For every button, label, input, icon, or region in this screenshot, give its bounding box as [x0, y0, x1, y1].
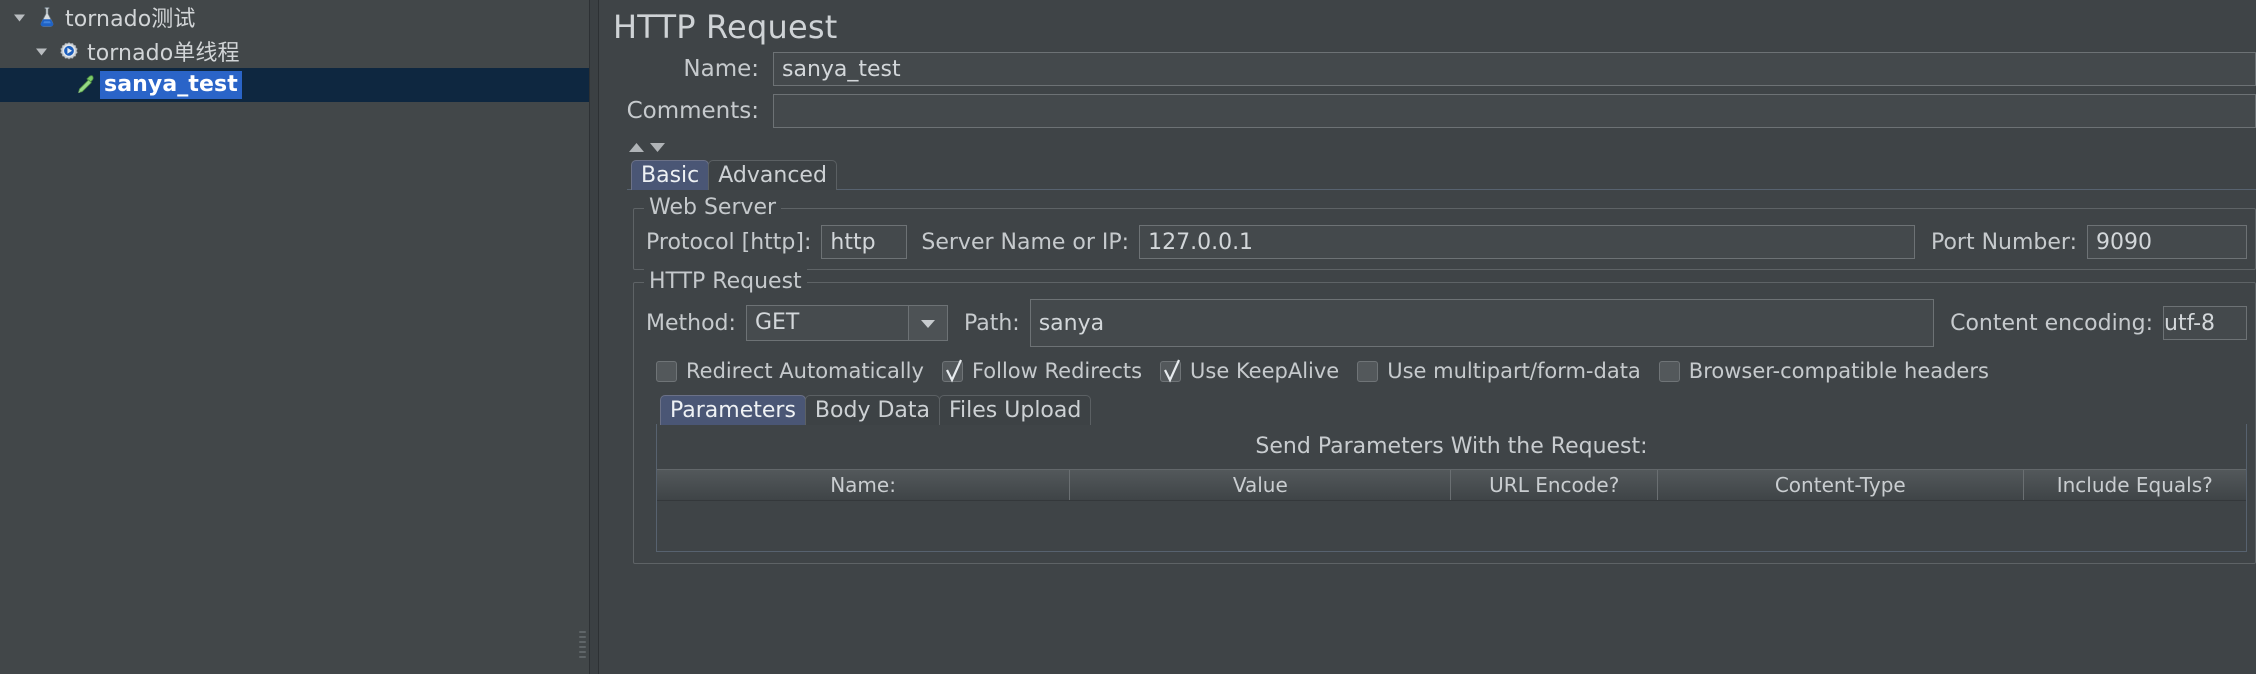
path-input[interactable]: sanya [1029, 299, 1935, 347]
gear-play-icon [54, 38, 84, 64]
check-mark-icon [945, 359, 962, 383]
tree-item-label: tornado测试 [65, 7, 196, 32]
protocol-label: Protocol [http]: [646, 229, 812, 255]
checkbox-label: Redirect Automatically [686, 359, 924, 383]
port-number-input[interactable]: 9090 [2087, 225, 2247, 259]
checkbox-box[interactable] [1658, 360, 1680, 382]
content-encoding-input[interactable]: utf-8 [2163, 306, 2247, 340]
parameters-table-header: Name: Value URL Encode? Content-Type Inc… [657, 469, 2246, 501]
parameters-tabstrip: Parameters Body Data Files Upload [642, 393, 2247, 425]
tree-item-label: sanya_test [100, 71, 242, 99]
checkbox-follow-redirects[interactable]: Follow Redirects [941, 359, 1143, 383]
tree-item-sanya-test[interactable]: sanya_test [0, 68, 589, 102]
tab-basic[interactable]: Basic [631, 160, 710, 190]
grip-line [578, 630, 586, 633]
request-options-checkbox-row: Redirect Automatically Follow Redirects [642, 347, 2247, 387]
test-plan-tree-sidebar: tornado测试 tornado单线程 sanya_test [0, 0, 589, 674]
grip-line [578, 650, 586, 653]
comments-field-row: Comments: [613, 94, 2256, 128]
checkbox-box[interactable] [1357, 360, 1379, 382]
checkbox-label: Follow Redirects [971, 359, 1143, 383]
parameters-table-body[interactable] [657, 501, 2246, 551]
sidebar-resize-grip[interactable] [577, 622, 587, 666]
checkbox-box[interactable] [656, 360, 677, 382]
checkbox-label: Use KeepAlive [1190, 359, 1340, 383]
method-selected-value: GET [754, 310, 800, 335]
checkbox-redirect-automatically[interactable]: Redirect Automatically [656, 359, 924, 383]
vertical-splitter[interactable] [589, 0, 599, 674]
expand-collapse-triangle-icon[interactable] [28, 44, 54, 59]
name-field-row: Name: sanya_test [613, 52, 2256, 86]
column-header-url-encode[interactable]: URL Encode? [1451, 470, 1659, 500]
send-parameters-caption: Send Parameters With the Request: [1255, 434, 1648, 459]
name-input[interactable]: sanya_test [773, 52, 2256, 86]
checkbox-use-keepalive[interactable]: Use KeepAlive [1160, 359, 1339, 383]
pipette-icon [70, 72, 100, 98]
tab-body-data[interactable]: Body Data [804, 395, 940, 425]
column-header-content-type[interactable]: Content-Type [1658, 470, 2024, 500]
parameters-tab-content: Send Parameters With the Request: Name: … [656, 424, 2247, 552]
tab-advanced[interactable]: Advanced [708, 160, 837, 190]
basic-tab-content: Web Server Protocol [http]: http Server … [627, 189, 2256, 564]
tree-item-label: tornado单线程 [87, 41, 240, 66]
column-header-value[interactable]: Value [1070, 470, 1452, 500]
web-server-group-title: Web Server [644, 195, 782, 220]
check-mark-icon [1164, 359, 1181, 383]
tree-item-tornado-test[interactable]: tornado测试 [0, 0, 589, 34]
grip-line [578, 640, 586, 643]
tab-parameters[interactable]: Parameters [660, 395, 806, 425]
application-window: tornado测试 tornado单线程 sanya_test HTTP Req… [0, 0, 2256, 674]
tree-item-thread-group[interactable]: tornado单线程 [0, 34, 589, 68]
basic-advanced-tabstrip: Basic Advanced [613, 158, 2256, 190]
checkbox-label: Browser-compatible headers [1688, 359, 1989, 383]
grip-line [578, 635, 586, 638]
column-header-include-equals[interactable]: Include Equals? [2024, 470, 2246, 500]
collapse-expand-controls[interactable] [613, 136, 2256, 158]
comments-input[interactable] [773, 94, 2256, 128]
path-label: Path: [963, 310, 1020, 336]
web-server-group: Web Server Protocol [http]: http Server … [633, 195, 2256, 270]
comments-label: Comments: [626, 98, 759, 124]
triangle-down-icon[interactable] [648, 135, 667, 159]
server-name-label: Server Name or IP: [921, 229, 1130, 255]
http-request-group-title: HTTP Request [644, 269, 807, 294]
checkbox-use-multipart-form-data[interactable]: Use multipart/form-data [1357, 359, 1641, 383]
column-header-name[interactable]: Name: [657, 470, 1071, 500]
page-title: HTTP Request [613, 8, 838, 46]
http-request-row: Method: GET Path: sanya Content encoding… [642, 283, 2247, 347]
checkbox-label: Use multipart/form-data [1387, 359, 1641, 383]
port-number-label: Port Number: [1930, 229, 2077, 255]
method-label: Method: [646, 310, 736, 336]
checkbox-box[interactable] [941, 359, 963, 383]
web-server-row: Protocol [http]: http Server Name or IP:… [642, 209, 2247, 259]
name-label: Name: [683, 56, 759, 82]
chevron-down-icon[interactable] [907, 306, 947, 340]
checkbox-browser-compatible-headers[interactable]: Browser-compatible headers [1658, 359, 1989, 383]
method-dropdown[interactable]: GET [745, 305, 948, 341]
content-encoding-label: Content encoding: [1950, 310, 2153, 336]
triangle-up-icon[interactable] [627, 135, 646, 159]
http-request-group: HTTP Request Method: GET Path: sanya Con… [633, 269, 2256, 564]
protocol-input[interactable]: http [821, 225, 908, 259]
checkbox-box[interactable] [1160, 359, 1182, 383]
grip-line [578, 645, 586, 648]
expand-collapse-triangle-icon[interactable] [6, 10, 32, 25]
flask-icon [32, 4, 62, 30]
tab-files-upload[interactable]: Files Upload [938, 395, 1092, 425]
server-name-input[interactable]: 127.0.0.1 [1139, 225, 1915, 259]
http-request-editor-panel: HTTP Request Name: sanya_test Comments: … [599, 0, 2256, 674]
grip-line [578, 655, 586, 658]
